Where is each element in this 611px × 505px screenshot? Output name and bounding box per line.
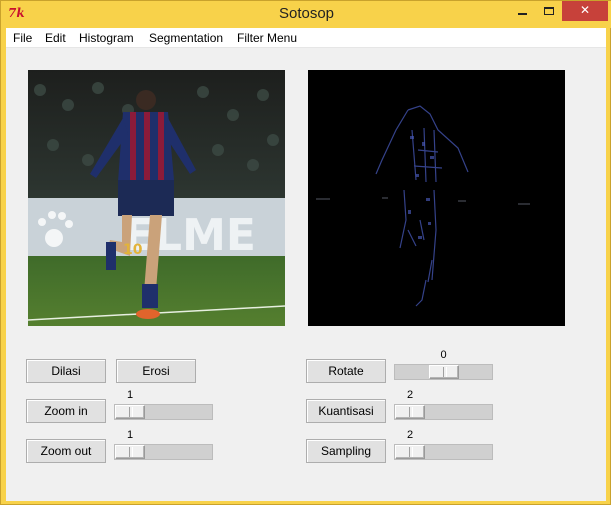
minimize-button[interactable] (509, 1, 535, 21)
menu-segmentation[interactable]: Segmentation (149, 31, 223, 45)
svg-text:ELME: ELME (124, 210, 256, 261)
processed-image (308, 70, 565, 326)
sampling-value: 2 (406, 429, 414, 441)
zoom-in-thumb[interactable] (115, 405, 145, 419)
sampling-button[interactable]: Sampling (306, 439, 386, 463)
minimize-icon (517, 12, 527, 15)
menu-edit[interactable]: Edit (45, 31, 66, 45)
rotate-button[interactable]: Rotate (306, 359, 386, 383)
zoom-in-value: 1 (126, 389, 134, 401)
menu-histogram[interactable]: Histogram (79, 31, 134, 45)
kuantisasi-button[interactable]: Kuantisasi (306, 399, 386, 423)
client-area: File Edit Histogram Segmentation Filter … (6, 28, 606, 501)
rotate-value: 0 (440, 349, 447, 361)
menu-file[interactable]: File (13, 31, 32, 45)
close-button[interactable]: ✕ (562, 1, 608, 21)
svg-text:10: 10 (123, 242, 143, 258)
zoom-out-value: 1 (126, 429, 134, 441)
edge-outline-image (316, 105, 530, 307)
menu-filter[interactable]: Filter Menu (237, 31, 297, 45)
kuantisasi-thumb[interactable] (395, 405, 425, 419)
football-player-photo: ELME 10 (28, 70, 285, 326)
zoom-out-button[interactable]: Zoom out (26, 439, 106, 463)
zoom-out-thumb[interactable] (115, 445, 145, 459)
app-window: 7k Sotosop ✕ File Edit Histogram Segment… (0, 0, 611, 505)
original-image: ELME 10 (28, 70, 285, 326)
erosi-button[interactable]: Erosi (116, 359, 196, 383)
dilasi-button[interactable]: Dilasi (26, 359, 106, 383)
maximize-button[interactable] (536, 1, 562, 21)
sampling-thumb[interactable] (395, 445, 425, 459)
zoom-in-button[interactable]: Zoom in (26, 399, 106, 423)
maximize-icon (544, 6, 554, 15)
title-bar[interactable]: 7k Sotosop ✕ (1, 1, 611, 28)
close-icon: ✕ (579, 3, 591, 17)
kuantisasi-value: 2 (406, 389, 414, 401)
rotate-thumb[interactable] (428, 365, 459, 379)
menu-bar: File Edit Histogram Segmentation Filter … (6, 28, 606, 48)
